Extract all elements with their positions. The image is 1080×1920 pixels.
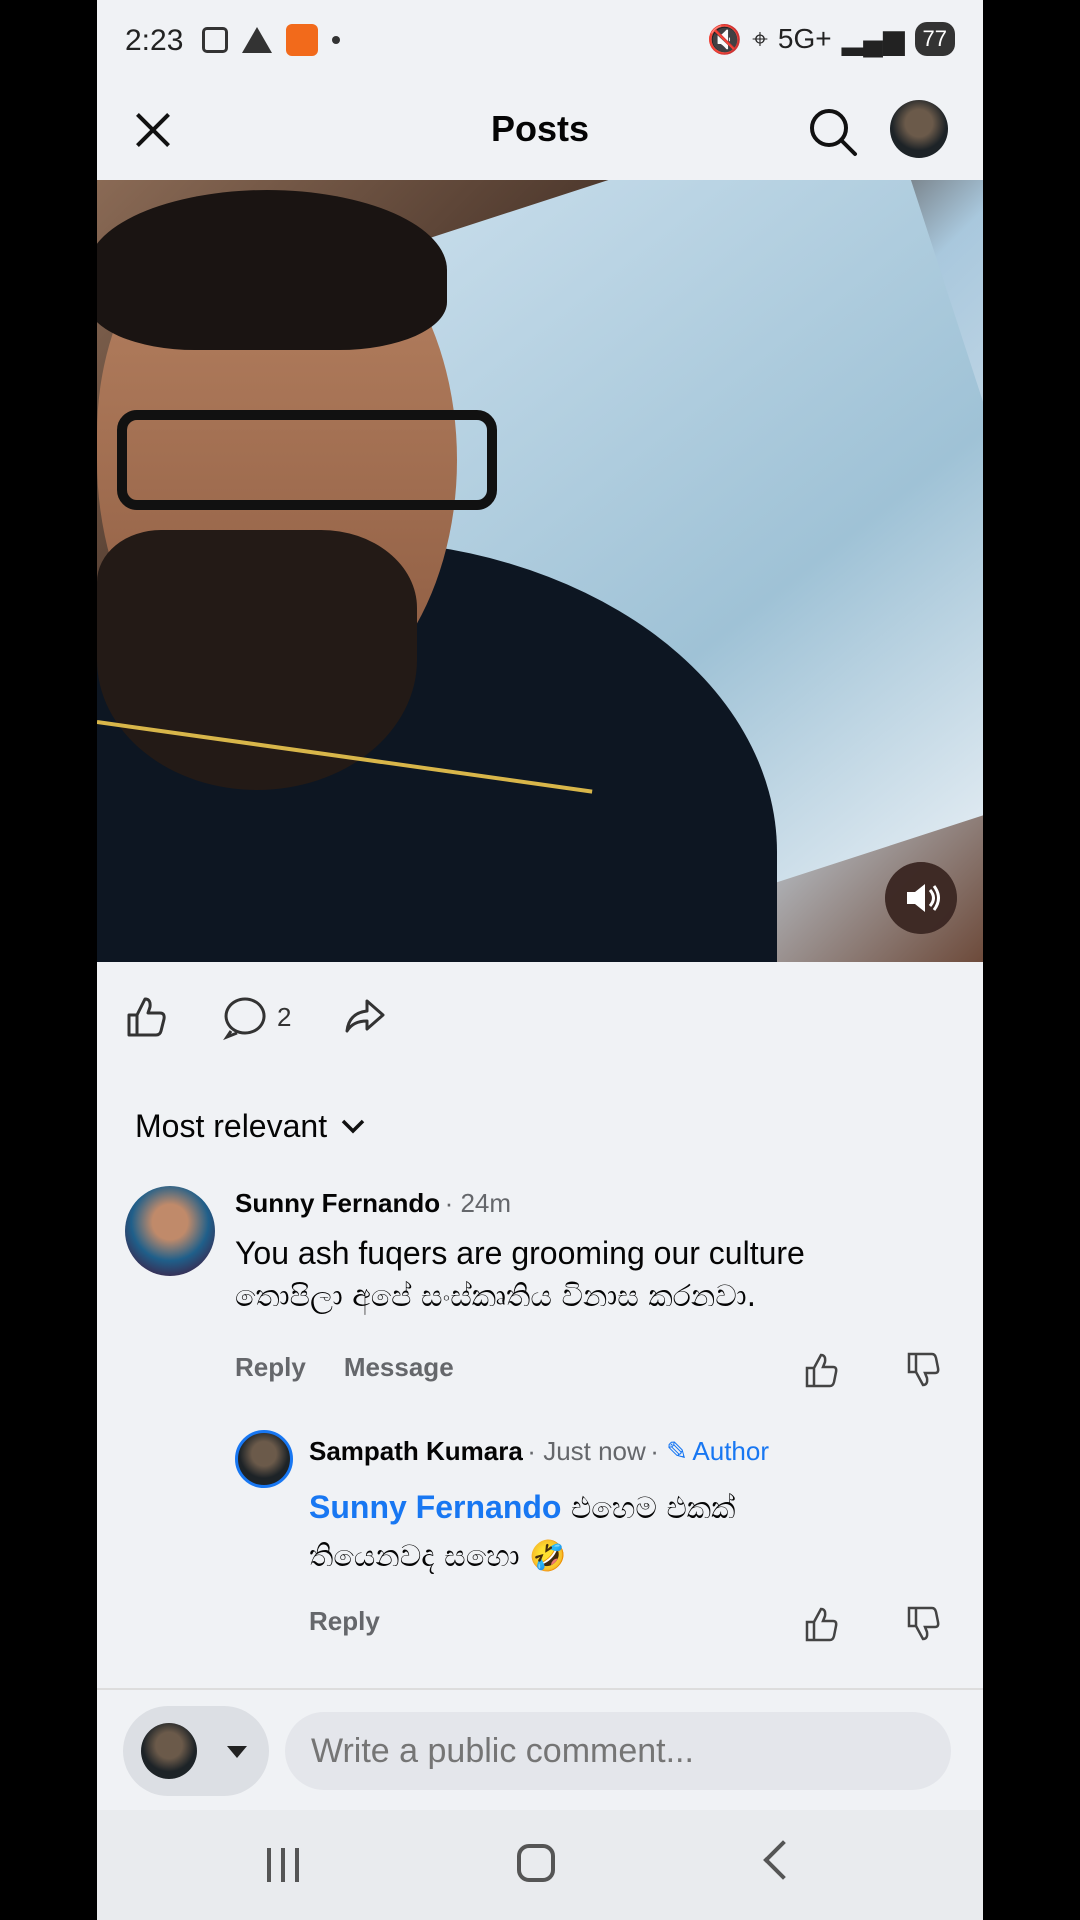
warning-icon	[242, 27, 272, 53]
comment-actions: Reply Message	[235, 1352, 454, 1383]
battery-indicator: 77	[914, 22, 955, 56]
comment-count: 2	[277, 1001, 292, 1032]
upvote-icon[interactable]	[803, 1604, 843, 1644]
like-icon[interactable]	[123, 993, 171, 1041]
comment-icon	[223, 997, 266, 1041]
comment-text-line2: තොපිලා අපේ සංස්කෘතිය විනාස කරනවා.	[235, 1279, 757, 1314]
system-navigation-bar	[97, 1810, 983, 1920]
back-icon[interactable]	[763, 1840, 803, 1880]
commenter-name[interactable]: Sunny Fernando	[235, 1188, 440, 1218]
downvote-icon[interactable]	[905, 1350, 945, 1390]
comment-button[interactable]: 2	[221, 993, 291, 1041]
message-button[interactable]: Message	[344, 1352, 454, 1383]
profile-avatar[interactable]	[890, 100, 948, 158]
temu-app-icon	[286, 24, 318, 56]
comment-sort-dropdown[interactable]: Most relevant	[135, 1108, 367, 1145]
reply-text-line2: තියෙනවද සහො 🤣	[309, 1539, 567, 1574]
comment-composer	[97, 1688, 983, 1812]
post-video[interactable]	[97, 180, 983, 962]
home-icon[interactable]	[517, 1844, 555, 1882]
upvote-icon[interactable]	[803, 1350, 843, 1390]
reply-text-line1: Sunny Fernando එහෙම එකක්	[309, 1489, 736, 1526]
comment-time: 24m	[460, 1188, 512, 1218]
signal-icon: ▂▄▆	[841, 23, 905, 55]
reply-time: Just now	[543, 1436, 646, 1466]
system-icons: 🔇 ⌖ 5G+ ▂▄▆ 77	[707, 22, 955, 56]
composer-avatar	[141, 1723, 197, 1779]
reply-button[interactable]: Reply	[235, 1352, 306, 1383]
profile-switcher-button[interactable]	[123, 1706, 269, 1796]
share-icon[interactable]	[341, 993, 389, 1041]
status-bar: 2:23 🔇 ⌖ 5G+ ▂▄▆ 77	[97, 0, 983, 84]
app-screen: 2:23 🔇 ⌖ 5G+ ▂▄▆ 77 Posts 2 Most relevan…	[97, 0, 983, 1920]
recents-icon[interactable]	[267, 1848, 299, 1882]
location-icon: ⌖	[752, 22, 768, 54]
notification-icons	[202, 24, 340, 56]
network-label: 5G+	[777, 23, 832, 54]
replier-name[interactable]: Sampath Kumara	[309, 1436, 523, 1466]
comment-input[interactable]	[285, 1712, 951, 1790]
volume-icon[interactable]	[885, 862, 957, 934]
post-actions: 2	[97, 962, 983, 1072]
pencil-icon: ✎	[666, 1436, 688, 1466]
downvote-icon[interactable]	[905, 1604, 945, 1644]
chevron-down-icon	[341, 1119, 365, 1133]
search-icon[interactable]	[807, 106, 859, 158]
sort-label: Most relevant	[135, 1108, 328, 1144]
comment-item: Sunny Fernando · 24m You ash fuqers are …	[97, 1180, 983, 1410]
screenshot-icon	[202, 27, 228, 53]
commenter-avatar[interactable]	[125, 1186, 215, 1276]
author-badge: Author	[692, 1436, 769, 1466]
replier-avatar[interactable]	[235, 1430, 293, 1488]
comment-text-line1: You ash fuqers are grooming our culture	[235, 1235, 805, 1271]
reply-actions: Reply	[309, 1606, 380, 1637]
video-frame-face	[97, 190, 497, 790]
caret-down-icon	[227, 1746, 247, 1758]
header-bar: Posts	[97, 84, 983, 180]
more-notifications-dot-icon	[332, 36, 340, 44]
reply-item: Sampath Kumara · Just now · ✎ Author Sun…	[97, 1426, 983, 1666]
status-time: 2:23	[125, 24, 184, 57]
mute-icon: 🔇	[707, 23, 743, 55]
reply-button[interactable]: Reply	[309, 1606, 380, 1637]
mention-link[interactable]: Sunny Fernando	[309, 1489, 561, 1525]
